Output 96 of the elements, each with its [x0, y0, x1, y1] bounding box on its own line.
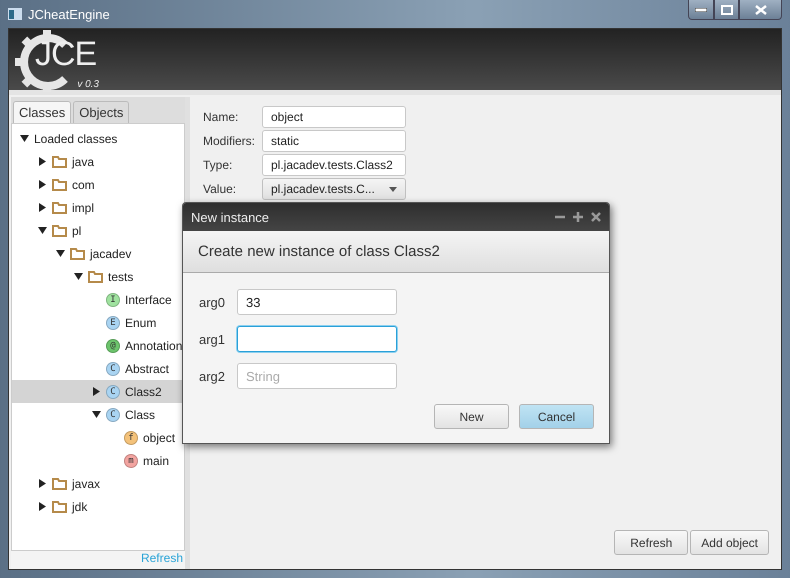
close-icon: [754, 4, 766, 14]
tree-label: com: [72, 178, 95, 192]
folder-icon: [52, 477, 67, 490]
expand-arrow-icon[interactable]: [38, 180, 47, 189]
expand-arrow-icon[interactable]: [38, 157, 47, 166]
tree-row[interactable]: Loaded classes: [12, 127, 184, 150]
folder-icon: [52, 155, 67, 168]
method-badge-icon: m: [124, 454, 138, 468]
text-field[interactable]: static: [262, 130, 406, 152]
arg-field[interactable]: [237, 326, 397, 352]
window-title: JCheatEngine: [28, 6, 110, 22]
class-badge-icon: C: [106, 362, 120, 376]
tree-row[interactable]: C Class2: [12, 380, 184, 403]
tree-row[interactable]: tests: [12, 265, 184, 288]
field-label: Modifiers:: [203, 134, 256, 148]
folder-icon: [52, 201, 67, 214]
tree-row[interactable]: @ Annotation: [12, 334, 184, 357]
action-button[interactable]: Add object: [690, 530, 769, 555]
tree-row[interactable]: C Class: [12, 403, 184, 426]
tree-label: jacadev: [90, 246, 132, 260]
value-dropdown[interactable]: pl.jacadev.tests.C...: [262, 178, 406, 200]
folder-icon: [88, 270, 103, 283]
minimize-icon: [695, 8, 707, 12]
maximize-icon: [720, 4, 732, 14]
expand-arrow-icon[interactable]: [92, 387, 101, 396]
collapse-arrow-icon[interactable]: [20, 134, 29, 143]
close-icon[interactable]: [591, 212, 601, 222]
maximize-button[interactable]: [714, 0, 739, 20]
tree-row[interactable]: jdk: [12, 495, 184, 518]
expand-arrow-icon[interactable]: [38, 479, 47, 488]
tree-label: object: [143, 430, 176, 444]
tab[interactable]: Objects: [73, 101, 130, 123]
tree-label: Annotation: [125, 338, 182, 352]
tree-label: Class: [125, 408, 156, 422]
arg-field[interactable]: 33: [237, 289, 397, 315]
interface-badge-icon: I: [106, 292, 120, 306]
tree-row[interactable]: C Abstract: [12, 357, 184, 380]
tab[interactable]: Classes: [13, 101, 72, 123]
tree-row[interactable]: I Interface: [12, 288, 184, 311]
field-label: Value:: [203, 182, 238, 196]
logo-text: JCE: [35, 36, 96, 70]
tree-label: Abstract: [125, 362, 170, 376]
tree-label: pl: [72, 224, 82, 238]
tree-label: jdk: [72, 500, 88, 514]
tree-label: Loaded classes: [34, 132, 118, 146]
tree-row[interactable]: E Enum: [12, 311, 184, 334]
dialog-title: New instance: [191, 210, 270, 224]
tree-row[interactable]: pl: [12, 219, 184, 242]
folder-icon: [52, 178, 67, 191]
tree-label: main: [143, 454, 170, 468]
arg-label: arg0: [199, 294, 226, 310]
folder-icon: [52, 500, 67, 513]
version-label: v 0.3: [77, 78, 99, 90]
annotation-badge-icon: @: [106, 338, 120, 352]
tree-row[interactable]: java: [12, 150, 184, 173]
text-field[interactable]: pl.jacadev.tests.Class2: [262, 154, 406, 176]
tree-label: Enum: [125, 316, 156, 330]
dropdown-arrow-icon: [389, 186, 397, 192]
arg-label: arg2: [199, 368, 226, 384]
folder-icon: [52, 224, 67, 237]
field-label: Type:: [203, 158, 234, 172]
tree-row[interactable]: f object: [12, 426, 184, 449]
tree-label: Class2: [125, 384, 162, 398]
arg-label: arg1: [199, 332, 226, 346]
text-field[interactable]: object: [262, 106, 406, 128]
maximize-icon[interactable]: [573, 212, 583, 222]
field-badge-icon: f: [124, 430, 138, 444]
app-icon: [8, 8, 22, 20]
class-badge-icon: C: [106, 408, 120, 422]
collapse-arrow-icon[interactable]: [74, 272, 83, 281]
tree-label: javax: [72, 476, 100, 490]
tree-row[interactable]: m main: [12, 449, 184, 472]
tree-row[interactable]: jacadev: [12, 242, 184, 265]
dialog-heading: Create new instance of class Class2: [198, 243, 440, 260]
tree-row[interactable]: com: [12, 173, 184, 196]
arg-field[interactable]: String: [237, 363, 397, 389]
folder-icon: [70, 247, 85, 260]
tree-row[interactable]: javax: [12, 472, 184, 495]
class-badge-icon: C: [106, 384, 120, 398]
dialog-button[interactable]: New: [434, 404, 509, 429]
dialog-button[interactable]: Cancel: [519, 404, 594, 429]
tree-label: tests: [108, 270, 134, 284]
action-button[interactable]: Refresh: [614, 530, 688, 555]
tree-row[interactable]: impl: [12, 196, 184, 219]
expand-arrow-icon[interactable]: [38, 502, 47, 511]
close-button[interactable]: [739, 0, 782, 20]
collapse-arrow-icon[interactable]: [56, 249, 65, 258]
collapse-arrow-icon[interactable]: [38, 226, 47, 235]
tree-label: impl: [72, 200, 94, 214]
tree-label: Interface: [125, 292, 172, 306]
minimize-button[interactable]: [688, 0, 714, 20]
collapse-arrow-icon[interactable]: [92, 410, 101, 419]
expand-arrow-icon[interactable]: [38, 203, 47, 212]
tree-label: java: [72, 154, 94, 168]
field-label: Name:: [203, 110, 240, 124]
enum-badge-icon: E: [106, 316, 120, 330]
